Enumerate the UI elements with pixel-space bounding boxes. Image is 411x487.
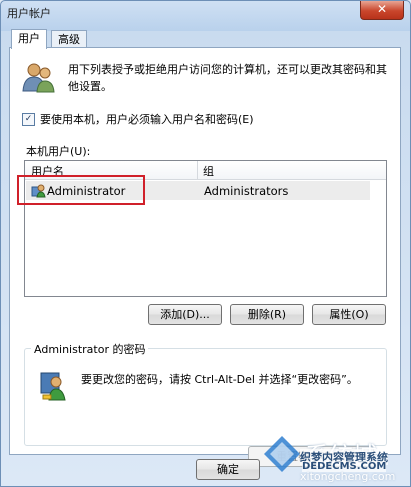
password-instructions: 要更改您的密码，请按 Ctrl-Alt-Del 并选择“更改密码”。 bbox=[81, 373, 358, 386]
column-header-group[interactable]: 组 bbox=[203, 163, 214, 179]
title-bar: 用户帐户 ✕ bbox=[1, 1, 410, 25]
add-button[interactable]: 添加(D)... bbox=[148, 304, 222, 325]
password-group-title: Administrator 的密码 bbox=[31, 341, 149, 357]
tab-users[interactable]: 用户 bbox=[11, 29, 47, 49]
ok-button[interactable]: 确定 bbox=[196, 459, 260, 480]
users-tab-panel: 用下列表授予或拒绝用户访问您的计算机，还可以更改其密码和其他设置。 ✓ 要使用本… bbox=[9, 47, 401, 467]
column-divider[interactable] bbox=[197, 161, 198, 179]
row-group: Administrators bbox=[204, 184, 289, 198]
panel-description: 用下列表授予或拒绝用户访问您的计算机，还可以更改其密码和其他设置。 bbox=[68, 63, 387, 93]
window-title: 用户帐户 bbox=[7, 7, 51, 20]
users-icon bbox=[22, 63, 55, 93]
close-button[interactable]: ✕ bbox=[360, 1, 404, 20]
require-login-label[interactable]: 要使用本机，用户必须输入用户名和密码(E) bbox=[40, 111, 254, 127]
require-login-checkbox[interactable]: ✓ bbox=[22, 112, 35, 126]
remove-button[interactable]: 删除(R) bbox=[230, 304, 304, 325]
user-accounts-window: 用户帐户 ✕ 用户 高级 用下列表授予或拒绝用户访问您的计算机，还可以更改其密码… bbox=[0, 0, 411, 487]
password-group: Administrator 的密码 要更改您的密码，请按 Ctrl-Alt-De… bbox=[24, 341, 387, 467]
properties-button[interactable]: 属性(O) bbox=[312, 304, 386, 325]
selection-highlight-box bbox=[17, 175, 145, 205]
user-key-icon bbox=[40, 372, 66, 401]
watermark-logo-icon bbox=[264, 436, 300, 472]
require-login-row: ✓ 要使用本机，用户必须输入用户名和密码(E) bbox=[22, 111, 254, 127]
watermark-url: xitongcheng.com bbox=[300, 470, 396, 483]
users-list-label: 本机用户(U): bbox=[26, 145, 91, 158]
tab-advanced[interactable]: 高级 bbox=[51, 30, 87, 48]
